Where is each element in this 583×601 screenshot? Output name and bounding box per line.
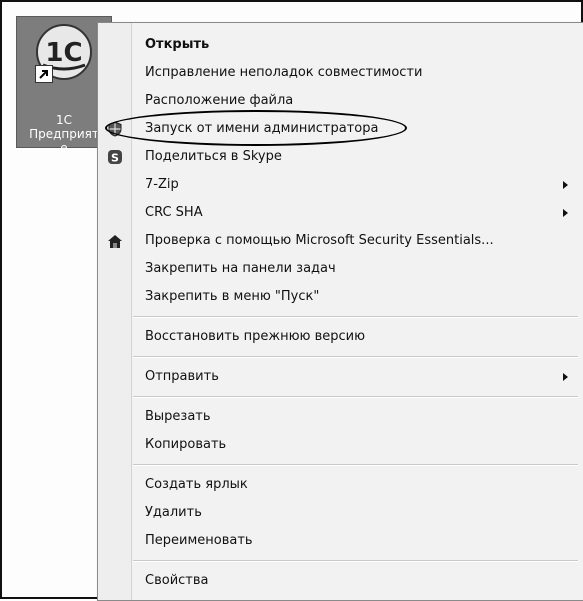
menu-item-label: Закрепить в меню "Пуск" (145, 289, 320, 304)
menu-item-delete[interactable]: Удалить (98, 499, 581, 527)
menu-item-crc-sha[interactable]: CRC SHA (98, 199, 581, 227)
menu-item-label: Удалить (145, 505, 202, 520)
menu-item-label: Переименовать (145, 533, 253, 548)
menu-item-label: Запуск от имени администратора (145, 121, 379, 136)
menu-item-properties[interactable]: Свойства (98, 567, 581, 595)
menu-item-restore[interactable]: Восстановить прежнюю версию (98, 323, 581, 351)
menu-item-rename[interactable]: Переименовать (98, 527, 581, 555)
menu-separator (133, 356, 578, 358)
menu-item-label: Создать ярлык (145, 477, 248, 492)
menu-item-label: Отправить (145, 369, 219, 384)
menu-item-file-location[interactable]: Расположение файла (98, 87, 581, 115)
menu-item-label: Проверка с помощью Microsoft Security Es… (145, 233, 494, 248)
svg-text:1C: 1C (45, 38, 82, 68)
menu-item-label: Копировать (145, 437, 227, 452)
menu-separator (133, 560, 578, 562)
menu-item-send-to[interactable]: Отправить (98, 363, 581, 391)
menu-item-mse[interactable]: Проверка с помощью Microsoft Security Es… (98, 227, 581, 255)
submenu-arrow-icon (563, 181, 568, 189)
menu-item-label: Вырезать (145, 409, 211, 424)
submenu-arrow-icon (563, 209, 568, 217)
menu-item-skype[interactable]: S Поделиться в Skype (98, 143, 581, 171)
menu-item-open[interactable]: Открыть (98, 31, 581, 59)
menu-item-label: Исправление неполадок совместимости (145, 65, 423, 80)
menu-item-pin-start[interactable]: Закрепить в меню "Пуск" (98, 283, 581, 311)
menu-item-label: Восстановить прежнюю версию (145, 329, 366, 344)
menu-item-create-shortcut[interactable]: Создать ярлык (98, 471, 581, 499)
menu-item-7zip[interactable]: 7-Zip (98, 171, 581, 199)
menu-item-label: 7-Zip (145, 177, 179, 192)
menu-separator (133, 316, 578, 318)
skype-icon: S (108, 150, 122, 165)
mse-house-icon (108, 235, 122, 248)
context-menu: Открыть Исправление неполадок совместимо… (97, 22, 583, 601)
menu-item-copy[interactable]: Копировать (98, 431, 581, 459)
menu-item-label: Закрепить на панели задач (145, 261, 336, 276)
menu-item-label: Расположение файла (145, 93, 294, 108)
menu-item-label: Поделиться в Skype (145, 149, 282, 164)
menu-item-run-as-admin[interactable]: Запуск от имени администратора (98, 115, 581, 143)
shield-icon (108, 121, 122, 137)
menu-item-label: Открыть (145, 37, 210, 52)
svg-text:S: S (111, 152, 119, 165)
menu-item-compat[interactable]: Исправление неполадок совместимости (98, 59, 581, 87)
shortcut-arrow-icon (35, 65, 53, 83)
menu-item-label: Свойства (145, 573, 209, 588)
menu-separator (133, 396, 578, 398)
menu-item-cut[interactable]: Вырезать (98, 403, 581, 431)
submenu-arrow-icon (563, 373, 568, 381)
menu-item-label: CRC SHA (145, 205, 203, 220)
menu-separator (133, 464, 578, 466)
menu-item-pin-taskbar[interactable]: Закрепить на панели задач (98, 255, 581, 283)
